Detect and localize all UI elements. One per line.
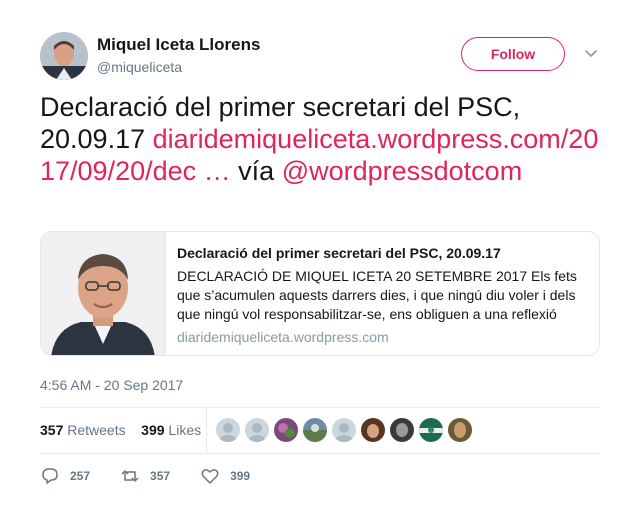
author-name[interactable]: Miquel Iceta Llorens bbox=[97, 35, 260, 55]
divider-bottom bbox=[40, 453, 600, 454]
heart-icon bbox=[201, 469, 219, 484]
reply-button[interactable]: 257 bbox=[40, 466, 90, 486]
retweet-count: 357 bbox=[150, 469, 171, 483]
liker-avatar[interactable] bbox=[390, 418, 414, 442]
follow-button[interactable]: Follow bbox=[461, 37, 565, 71]
tweet-timestamp[interactable]: 4:56 AM - 20 Sep 2017 bbox=[40, 377, 183, 393]
liker-avatar[interactable] bbox=[448, 418, 472, 442]
liker-avatar[interactable] bbox=[332, 418, 356, 442]
chevron-down-icon[interactable] bbox=[584, 47, 598, 61]
reply-icon bbox=[42, 468, 58, 484]
retweet-button[interactable]: 357 bbox=[120, 466, 170, 486]
tweet-text: Declaració del primer secretari del PSC,… bbox=[40, 91, 600, 187]
liker-avatar[interactable] bbox=[245, 418, 269, 442]
retweet-icon bbox=[121, 470, 139, 482]
via-text: vía bbox=[230, 156, 282, 186]
likes-stat[interactable]: 399 Likes bbox=[141, 422, 201, 438]
author-handle[interactable]: @miqueliceta bbox=[97, 59, 182, 75]
liker-avatar[interactable] bbox=[303, 418, 327, 442]
card-title[interactable]: Declaració del primer secretari del PSC,… bbox=[177, 243, 587, 263]
link-card[interactable]: Declaració del primer secretari del PSC,… bbox=[40, 231, 600, 356]
action-bar: 257 357 399 bbox=[40, 466, 280, 486]
liker-avatar[interactable] bbox=[216, 418, 240, 442]
liker-avatar[interactable] bbox=[419, 418, 443, 442]
mention-link[interactable]: @wordpressdotcom bbox=[282, 156, 523, 186]
reply-count: 257 bbox=[70, 469, 91, 483]
liker-avatars bbox=[216, 418, 477, 442]
divider-top bbox=[40, 407, 600, 408]
author-avatar[interactable] bbox=[40, 32, 88, 80]
retweets-stat[interactable]: 357 Retweets bbox=[40, 422, 126, 438]
engagement-stats: 357 Retweets 399 Likes bbox=[40, 422, 201, 438]
card-description: DECLARACIÓ DE MIQUEL ICETA 20 SETEMBRE 2… bbox=[177, 268, 577, 322]
like-button[interactable]: 399 bbox=[200, 466, 250, 486]
card-url[interactable]: diaridemiqueliceta.wordpress.com bbox=[177, 329, 587, 345]
stats-separator bbox=[206, 407, 207, 453]
liker-avatar[interactable] bbox=[274, 418, 298, 442]
link-ellipsis[interactable]: … bbox=[196, 156, 231, 186]
liker-avatar[interactable] bbox=[361, 418, 385, 442]
like-count: 399 bbox=[230, 469, 251, 483]
card-thumbnail[interactable] bbox=[41, 232, 166, 355]
